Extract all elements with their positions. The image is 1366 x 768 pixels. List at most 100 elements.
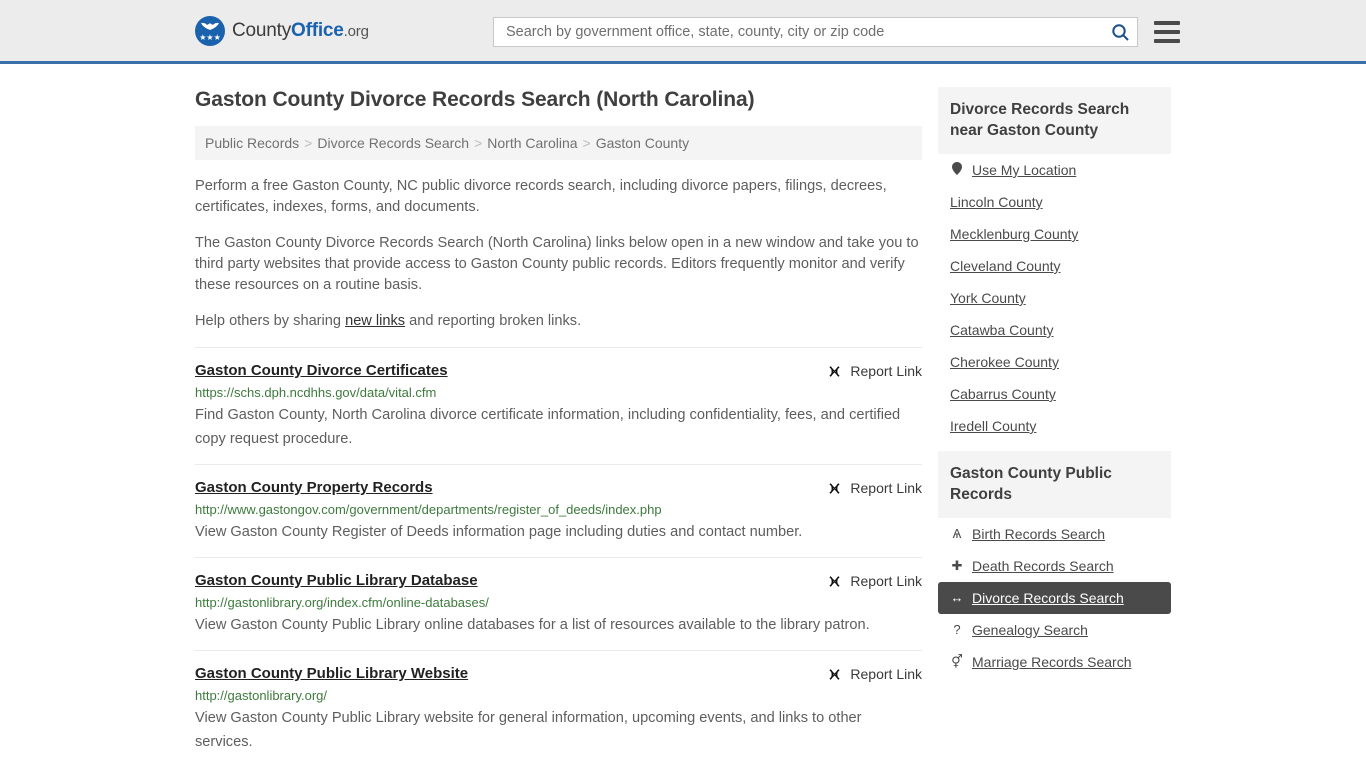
sidebar: Divorce Records Search near Gaston Count…: [938, 64, 1171, 767]
hamburger-menu-icon[interactable]: [1154, 21, 1180, 43]
report-link-label: Report Link: [850, 666, 922, 682]
baby-icon: Ѧ: [952, 526, 962, 541]
search-box[interactable]: [493, 17, 1138, 47]
sidebar-item-cabarrus-county[interactable]: Cabarrus County: [938, 378, 1171, 410]
sidebar-item-cleveland-county[interactable]: Cleveland County: [938, 250, 1171, 282]
sidebar-item-marriage-records-search[interactable]: ⚥ Marriage Records Search: [938, 646, 1171, 678]
result-description: View Gaston County Register of Deeds inf…: [195, 524, 803, 540]
result-description: View Gaston County Public Library online…: [195, 617, 870, 633]
result-header: Gaston County Divorce Certificates Repor…: [195, 362, 922, 379]
sidebar-item-catawba-county[interactable]: Catawba County: [938, 314, 1171, 346]
sidebar-item-genealogy-search[interactable]: ? Genealogy Search: [938, 614, 1171, 646]
site-logo[interactable]: ★★★ CountyOffice.org: [195, 15, 369, 46]
report-link-button[interactable]: Report Link: [827, 666, 922, 682]
sidebar-link-label[interactable]: Cherokee County: [950, 354, 1059, 370]
result-title-link[interactable]: Gaston County Public Library Database: [195, 572, 478, 589]
broken-link-icon: [829, 668, 840, 680]
sidebar-nearby-list: Use My Location Lincoln County Mecklenbu…: [938, 154, 1171, 442]
search-input[interactable]: [504, 19, 1107, 45]
sidebar-nearby-heading: Divorce Records Search near Gaston Count…: [938, 87, 1171, 154]
left-right-arrow-icon: ↔: [950, 590, 964, 605]
breadcrumb-separator: >: [474, 135, 483, 151]
sidebar-item-cherokee-county[interactable]: Cherokee County: [938, 346, 1171, 378]
result-url: https://schs.dph.ncdhhs.gov/data/vital.c…: [195, 385, 437, 400]
sidebar-item-death-records-search[interactable]: ✚ Death Records Search: [938, 550, 1171, 582]
intro-text: Perform a free Gaston County, NC public …: [195, 176, 922, 332]
logo-stars: ★★★: [199, 32, 221, 42]
sidebar-link-label[interactable]: Catawba County: [950, 322, 1054, 338]
intro-paragraph-3: Help others by sharing new links and rep…: [195, 311, 922, 332]
breadcrumb-separator: >: [582, 135, 591, 151]
report-link-label: Report Link: [850, 480, 922, 496]
header-search-area: [493, 17, 1180, 47]
intro-paragraph-1: Perform a free Gaston County, NC public …: [195, 178, 887, 215]
result-header: Gaston County Public Library Database Re…: [195, 572, 922, 589]
breadcrumb-item-gaston-county[interactable]: Gaston County: [596, 135, 689, 151]
site-header: ★★★ CountyOffice.org: [0, 0, 1366, 64]
sidebar-item-york-county[interactable]: York County: [938, 282, 1171, 314]
result-item: Gaston County Property Records Report Li…: [195, 464, 922, 557]
sidebar-link-label[interactable]: Marriage Records Search: [972, 654, 1132, 670]
search-button[interactable]: [1107, 19, 1133, 45]
logo-text-org: .org: [343, 22, 369, 40]
sidebar-link-label[interactable]: Lincoln County: [950, 194, 1043, 210]
result-title-link[interactable]: Gaston County Public Library Website: [195, 665, 468, 682]
sidebar-item-lincoln-county[interactable]: Lincoln County: [938, 186, 1171, 218]
result-item: Gaston County Public Library Website Rep…: [195, 650, 922, 767]
sidebar-link-label[interactable]: Use My Location: [972, 162, 1076, 178]
hamburger-bar-2: [1154, 30, 1180, 34]
sidebar-link-label[interactable]: York County: [950, 290, 1026, 306]
result-item: Gaston County Divorce Certificates Repor…: [195, 347, 922, 464]
report-link-button[interactable]: Report Link: [827, 573, 922, 589]
sidebar-item-mecklenburg-county[interactable]: Mecklenburg County: [938, 218, 1171, 250]
breadcrumb-item-public-records[interactable]: Public Records: [205, 135, 299, 151]
sidebar-item-iredell-county[interactable]: Iredell County: [938, 410, 1171, 442]
eagle-wing-icon: [201, 22, 219, 30]
eagle-shield-logo-icon: ★★★: [195, 15, 225, 46]
breadcrumb-item-divorce-records-search[interactable]: Divorce Records Search: [317, 135, 469, 151]
logo-text-county: County: [232, 19, 292, 41]
sidebar-link-label[interactable]: Cleveland County: [950, 258, 1061, 274]
result-description: View Gaston County Public Library websit…: [195, 710, 862, 750]
result-header: Gaston County Property Records Report Li…: [195, 479, 922, 496]
breadcrumb-separator: >: [304, 135, 313, 151]
result-header: Gaston County Public Library Website Rep…: [195, 665, 922, 682]
breadcrumb-item-north-carolina[interactable]: North Carolina: [487, 135, 577, 151]
search-icon: [1111, 23, 1129, 41]
sidebar-link-label[interactable]: Cabarrus County: [950, 386, 1056, 402]
sidebar-public-records-heading: Gaston County Public Records: [938, 451, 1171, 518]
intro-p3-before: Help others by sharing: [195, 313, 346, 329]
page-title: Gaston County Divorce Records Search (No…: [195, 88, 755, 111]
result-description: Find Gaston County, North Carolina divor…: [195, 407, 901, 447]
sidebar-item-use-my-location[interactable]: Use My Location: [938, 154, 1171, 186]
main-content: Gaston County Divorce Records Search (No…: [195, 64, 922, 767]
logo-wordmark: CountyOffice.org: [232, 20, 369, 42]
report-link-label: Report Link: [850, 363, 922, 379]
page-body: Gaston County Divorce Records Search (No…: [0, 64, 1366, 767]
hamburger-bar-3: [1154, 39, 1180, 43]
map-pin-icon: [950, 162, 964, 178]
report-link-button[interactable]: Report Link: [827, 363, 922, 379]
sidebar-link-label[interactable]: Mecklenburg County: [950, 226, 1078, 242]
intro-p3-after: and reporting broken links.: [405, 313, 582, 329]
broken-link-icon: [829, 365, 840, 377]
sidebar-item-birth-records-search[interactable]: Ѧ Birth Records Search: [938, 518, 1171, 550]
result-title-link[interactable]: Gaston County Divorce Certificates: [195, 362, 448, 379]
question-mark-icon: ?: [953, 622, 961, 637]
breadcrumb: Public Records > Divorce Records Search > No…: [195, 126, 922, 160]
sidebar-link-label[interactable]: Divorce Records Search: [972, 590, 1124, 606]
result-url: http://gastonlibrary.org/index.cfm/onlin…: [195, 595, 489, 610]
sidebar-link-label[interactable]: Birth Records Search: [972, 526, 1105, 542]
sidebar-link-label[interactable]: Death Records Search: [972, 558, 1114, 574]
sidebar-link-label[interactable]: Genealogy Search: [972, 622, 1088, 638]
report-link-button[interactable]: Report Link: [827, 480, 922, 496]
sidebar-link-label[interactable]: Iredell County: [950, 418, 1036, 434]
broken-link-icon: [829, 482, 840, 494]
hamburger-bar-1: [1154, 21, 1180, 25]
result-url: http://gastonlibrary.org/: [195, 688, 327, 703]
new-links-link[interactable]: new links: [345, 313, 405, 329]
sidebar-item-divorce-records-search[interactable]: ↔ Divorce Records Search: [938, 582, 1171, 614]
result-title-link[interactable]: Gaston County Property Records: [195, 479, 433, 496]
intro-paragraph-2: The Gaston County Divorce Records Search…: [195, 235, 919, 293]
